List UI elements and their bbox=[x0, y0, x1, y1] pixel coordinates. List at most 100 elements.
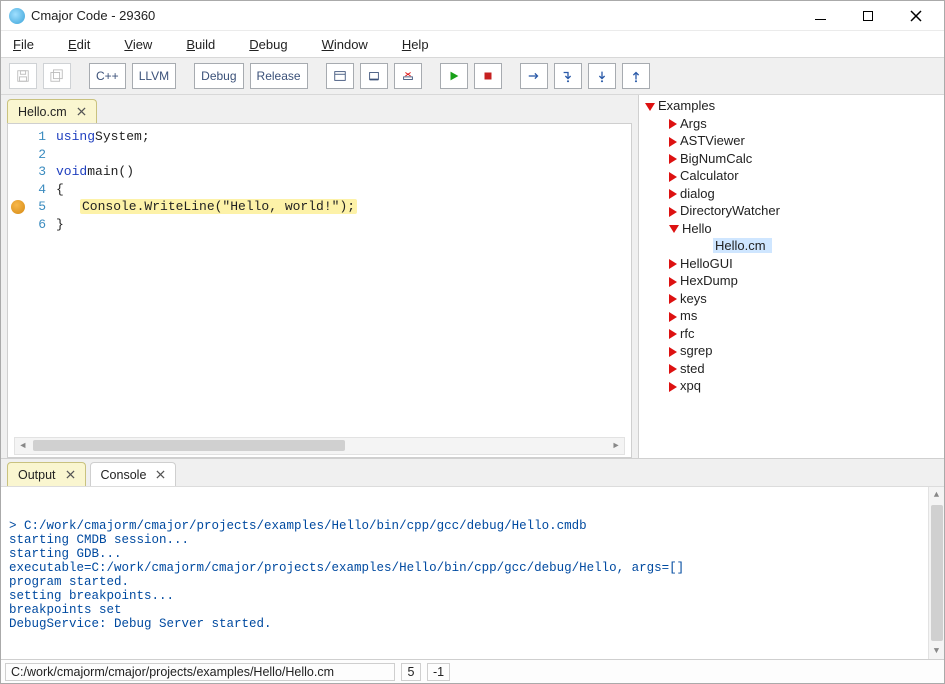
breakpoint-icon[interactable] bbox=[11, 200, 25, 214]
tree-label: ASTViewer bbox=[680, 133, 745, 148]
expand-icon[interactable] bbox=[669, 382, 677, 392]
tree-label: HexDump bbox=[680, 273, 738, 288]
tree-label: Args bbox=[680, 116, 707, 131]
app-icon bbox=[9, 8, 25, 24]
tab-console[interactable]: Console bbox=[90, 462, 177, 486]
tree-label: DirectoryWatcher bbox=[680, 203, 780, 218]
step-over-button[interactable] bbox=[588, 63, 616, 89]
expand-icon[interactable] bbox=[669, 225, 679, 233]
scroll-down-icon[interactable]: ▼ bbox=[929, 643, 945, 659]
expand-icon[interactable] bbox=[669, 312, 677, 322]
gutter[interactable] bbox=[8, 124, 30, 457]
start-debug-button[interactable] bbox=[440, 63, 468, 89]
tree-item[interactable]: HelloGUI bbox=[645, 255, 944, 273]
tab-label: Output bbox=[18, 468, 56, 482]
tree-label: xpq bbox=[680, 378, 701, 393]
tree-label: ms bbox=[680, 308, 697, 323]
status-file-path: C:/work/cmajorm/cmajor/projects/examples… bbox=[5, 663, 395, 681]
tree-item[interactable]: ms bbox=[645, 307, 944, 325]
tree-item[interactable]: Args bbox=[645, 115, 944, 133]
keyword: void bbox=[56, 164, 87, 179]
editor-horizontal-scrollbar[interactable]: ◄ ► bbox=[14, 437, 625, 455]
build-project-button[interactable] bbox=[360, 63, 388, 89]
tree-item[interactable]: ASTViewer bbox=[645, 132, 944, 150]
expand-icon[interactable] bbox=[669, 329, 677, 339]
close-tab-icon[interactable] bbox=[77, 105, 86, 119]
tree-item[interactable]: sgrep bbox=[645, 342, 944, 360]
maximize-button[interactable] bbox=[854, 6, 882, 26]
expand-icon[interactable] bbox=[669, 347, 677, 357]
tree-item[interactable]: Calculator bbox=[645, 167, 944, 185]
menu-window[interactable]: Window bbox=[322, 37, 368, 52]
tree-item[interactable]: dialog bbox=[645, 185, 944, 203]
window-title: Cmajor Code - 29360 bbox=[31, 8, 155, 23]
scroll-up-icon[interactable]: ▲ bbox=[929, 487, 945, 503]
backend-cpp-button[interactable]: C++ bbox=[89, 63, 126, 89]
solution-explorer[interactable]: Examples ArgsASTViewerBigNumCalcCalculat… bbox=[639, 95, 944, 458]
tree-label: Calculator bbox=[680, 168, 739, 183]
expand-icon[interactable] bbox=[669, 259, 677, 269]
stop-debug-button[interactable] bbox=[474, 63, 502, 89]
editor-pane: Hello.cm 1using System; 2 3void main() 4… bbox=[1, 95, 639, 458]
tree-label: rfc bbox=[680, 326, 694, 341]
tree-file-hello-cm[interactable]: Hello.cm bbox=[669, 237, 944, 255]
expand-icon[interactable] bbox=[669, 189, 677, 199]
build-solution-button[interactable] bbox=[326, 63, 354, 89]
code-text: System; bbox=[95, 129, 150, 144]
scroll-left-icon[interactable]: ◄ bbox=[15, 441, 31, 451]
expand-icon[interactable] bbox=[669, 172, 677, 182]
menu-file[interactable]: File bbox=[13, 37, 34, 52]
save-button[interactable] bbox=[9, 63, 37, 89]
menu-help[interactable]: Help bbox=[402, 37, 429, 52]
close-tab-icon[interactable] bbox=[66, 468, 75, 482]
tree-item-hello[interactable]: Hello Hello.cm bbox=[645, 220, 944, 255]
minimize-button[interactable] bbox=[806, 6, 834, 26]
expand-icon[interactable] bbox=[669, 364, 677, 374]
save-all-button[interactable] bbox=[43, 63, 71, 89]
menu-build[interactable]: Build bbox=[186, 37, 215, 52]
output-view[interactable]: > C:/work/cmajorm/cmajor/projects/exampl… bbox=[1, 487, 944, 659]
scroll-thumb[interactable] bbox=[931, 505, 943, 641]
editor-tab-hello[interactable]: Hello.cm bbox=[7, 99, 97, 123]
tree-item[interactable]: BigNumCalc bbox=[645, 150, 944, 168]
bottom-panel: Output Console > C:/work/cmajorm/cmajor/… bbox=[1, 459, 944, 659]
show-next-stmt-button[interactable] bbox=[520, 63, 548, 89]
backend-llvm-button[interactable]: LLVM bbox=[132, 63, 176, 89]
current-line-highlight: Console.WriteLine("Hello, world!"); bbox=[80, 199, 357, 214]
expand-icon[interactable] bbox=[669, 119, 677, 129]
expand-icon[interactable] bbox=[645, 103, 655, 111]
code-editor[interactable]: 1using System; 2 3void main() 4{ 5Consol… bbox=[7, 123, 632, 458]
expand-icon[interactable] bbox=[669, 154, 677, 164]
tree-item[interactable]: HexDump bbox=[645, 272, 944, 290]
step-out-button[interactable] bbox=[622, 63, 650, 89]
tab-output[interactable]: Output bbox=[7, 462, 86, 486]
status-bar: C:/work/cmajorm/cmajor/projects/examples… bbox=[1, 659, 944, 683]
expand-icon[interactable] bbox=[669, 294, 677, 304]
tree-root[interactable]: Examples ArgsASTViewerBigNumCalcCalculat… bbox=[639, 97, 944, 395]
expand-icon[interactable] bbox=[669, 277, 677, 287]
menu-debug[interactable]: Debug bbox=[249, 37, 287, 52]
tree-item[interactable]: rfc bbox=[645, 325, 944, 343]
keyword: using bbox=[56, 129, 95, 144]
scroll-thumb[interactable] bbox=[33, 440, 345, 451]
close-tab-icon[interactable] bbox=[156, 468, 165, 482]
tree-label: Hello bbox=[682, 221, 712, 236]
config-release-button[interactable]: Release bbox=[250, 63, 308, 89]
scroll-right-icon[interactable]: ► bbox=[608, 441, 624, 451]
code-text: { bbox=[56, 182, 64, 197]
code-text: main() bbox=[87, 164, 134, 179]
expand-icon[interactable] bbox=[669, 137, 677, 147]
output-vertical-scrollbar[interactable]: ▲ ▼ bbox=[928, 487, 944, 659]
editor-tab-label: Hello.cm bbox=[18, 105, 67, 119]
close-button[interactable] bbox=[902, 6, 930, 26]
expand-icon[interactable] bbox=[669, 207, 677, 217]
cancel-build-button[interactable] bbox=[394, 63, 422, 89]
tree-item[interactable]: sted bbox=[645, 360, 944, 378]
tree-item[interactable]: DirectoryWatcher bbox=[645, 202, 944, 220]
menu-view[interactable]: View bbox=[124, 37, 152, 52]
tree-item[interactable]: xpq bbox=[645, 377, 944, 395]
step-into-button[interactable] bbox=[554, 63, 582, 89]
config-debug-button[interactable]: Debug bbox=[194, 63, 243, 89]
tree-item[interactable]: keys bbox=[645, 290, 944, 308]
menu-edit[interactable]: Edit bbox=[68, 37, 90, 52]
